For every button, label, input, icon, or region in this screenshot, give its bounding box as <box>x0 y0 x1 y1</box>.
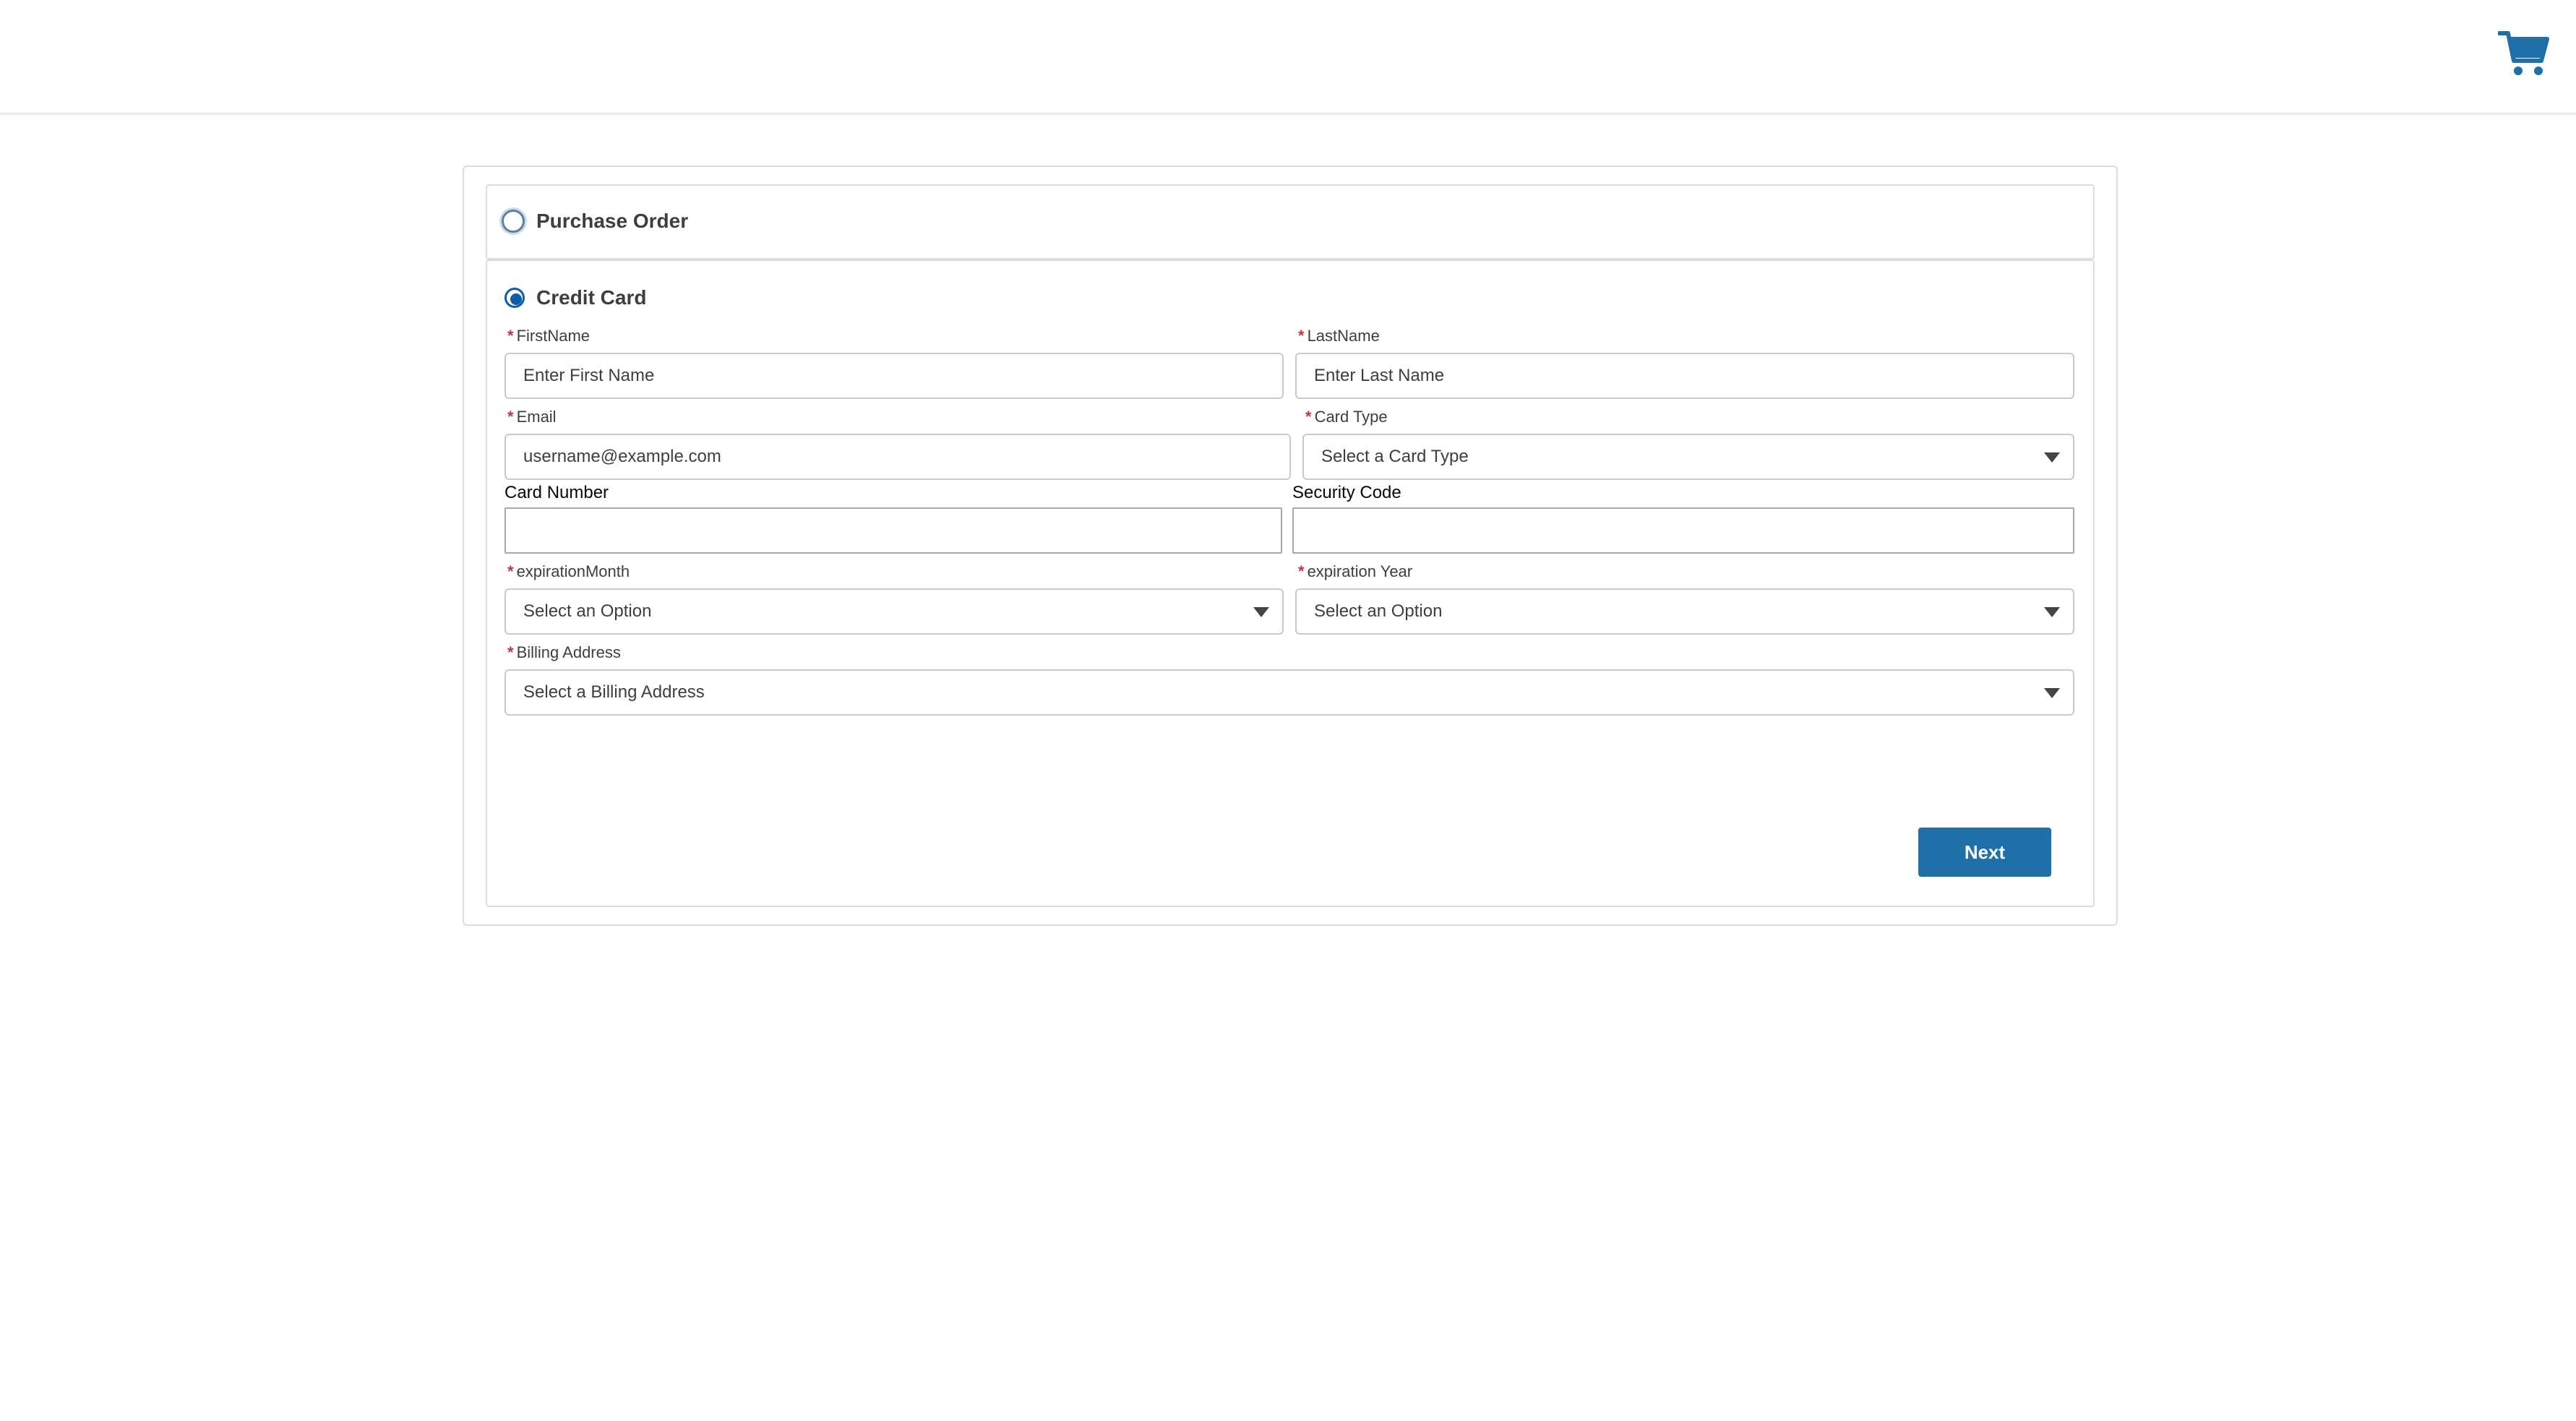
first-name-input[interactable] <box>505 353 1284 399</box>
caret-down-icon <box>1253 607 1269 617</box>
required-marker: * <box>507 408 514 426</box>
next-button[interactable]: Next <box>1918 828 2051 877</box>
credit-card-label: Credit Card <box>536 286 647 309</box>
security-code-label: Security Code <box>1292 483 1401 502</box>
email-label: * Email <box>507 408 557 426</box>
billing-address-value: Select a Billing Address <box>523 682 705 702</box>
first-name-label: * FirstName <box>507 327 591 345</box>
caret-down-icon <box>2044 688 2060 698</box>
caret-down-icon <box>2044 607 2060 617</box>
purchase-order-label: Purchase Order <box>536 210 689 232</box>
email-input[interactable] <box>505 434 1291 480</box>
expiration-month-label: * expirationMonth <box>507 562 630 580</box>
required-marker: * <box>1298 327 1305 345</box>
last-name-input[interactable] <box>1295 353 2074 399</box>
expiration-year-value: Select an Option <box>1314 601 1443 621</box>
required-marker: * <box>507 327 514 345</box>
card-number-label: Card Number <box>505 483 609 502</box>
required-marker: * <box>507 562 514 580</box>
card-type-value: Select a Card Type <box>1321 447 1469 466</box>
credit-card-radio[interactable] <box>505 288 525 308</box>
expiration-year-select[interactable]: Select an Option <box>1295 588 2074 635</box>
purchase-order-radio[interactable] <box>502 210 525 233</box>
required-marker: * <box>507 643 514 661</box>
last-name-label: * LastName <box>1298 327 1380 345</box>
security-code-input[interactable] <box>1292 507 2074 554</box>
top-header <box>0 0 2576 114</box>
card-type-select[interactable]: Select a Card Type <box>1302 434 2074 480</box>
card-number-input[interactable] <box>505 507 1282 554</box>
required-marker: * <box>1305 408 1312 426</box>
caret-down-icon <box>2044 452 2060 463</box>
purchase-order-panel <box>486 184 2095 259</box>
expiration-month-value: Select an Option <box>523 601 652 621</box>
required-marker: * <box>1298 562 1305 580</box>
purchase-order-option[interactable]: Purchase Order <box>502 210 688 233</box>
shopping-cart-icon[interactable] <box>2498 29 2550 78</box>
expiration-month-select[interactable]: Select an Option <box>505 588 1284 635</box>
billing-address-label: * Billing Address <box>507 643 621 661</box>
expiration-year-label: * expiration Year <box>1298 562 1413 580</box>
credit-card-option[interactable]: Credit Card <box>505 286 646 309</box>
card-type-label: * Card Type <box>1305 408 1388 426</box>
billing-address-select[interactable]: Select a Billing Address <box>505 669 2074 716</box>
